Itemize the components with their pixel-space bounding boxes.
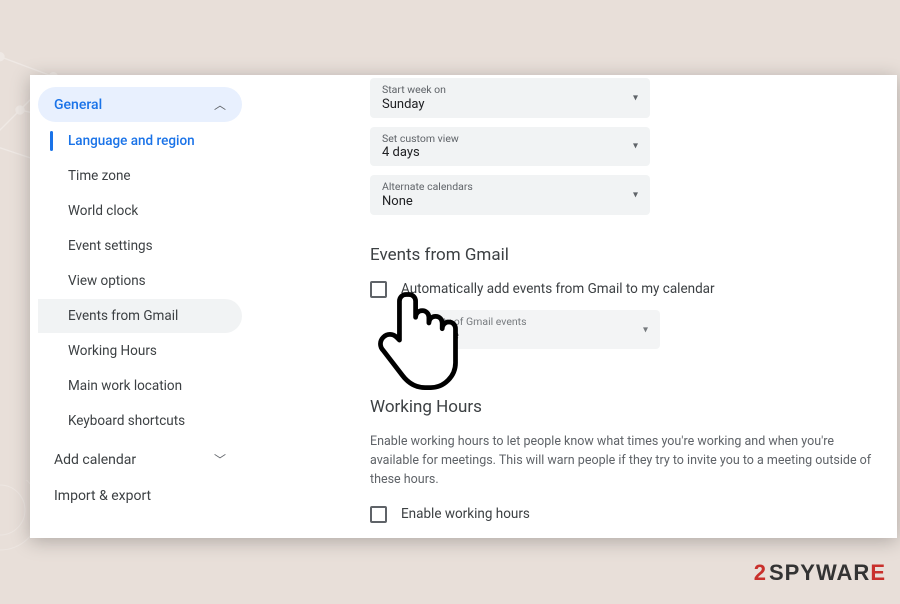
checkbox-row-auto-add-events[interactable]: Automatically add events from Gmail to m… (370, 281, 879, 298)
sidebar-item-label: Language and region (68, 133, 195, 149)
sidebar-section-general-label: General (54, 97, 102, 113)
sidebar-item-working-hours[interactable]: Working Hours (38, 334, 242, 368)
dropdown-value: Sunday (382, 97, 620, 112)
dropdown-label: Visibility of Gmail events (412, 316, 630, 329)
settings-window: General ︿ Language and region Time zone … (30, 75, 897, 538)
sidebar-item-label: Events from Gmail (68, 308, 178, 324)
sidebar-item-label: World clock (68, 203, 138, 219)
sidebar-item-main-work-location[interactable]: Main work location (38, 369, 242, 403)
watermark: 2 SPYWAR E (754, 560, 886, 586)
sidebar-item-label: Working Hours (68, 343, 157, 359)
chevron-down-icon: ﹀ (214, 451, 226, 468)
sidebar-item-language-region[interactable]: Language and region (38, 124, 242, 158)
watermark-e: E (870, 560, 886, 586)
sidebar-item-import-export[interactable]: Import & export (38, 479, 242, 513)
dropdown-value: None (382, 194, 620, 209)
dropdown-label: Start week on (382, 84, 620, 97)
section-title-working-hours: Working Hours (370, 397, 879, 417)
sidebar-item-label: Time zone (68, 168, 131, 184)
sidebar-item-time-zone[interactable]: Time zone (38, 159, 242, 193)
sidebar-item-world-clock[interactable]: World clock (38, 194, 242, 228)
dropdown-alternate-calendars[interactable]: Alternate calendars None ▾ (370, 175, 650, 215)
sidebar-section-add-calendar[interactable]: Add calendar ﹀ (38, 442, 242, 477)
sidebar-item-events-from-gmail[interactable]: Events from Gmail (38, 299, 242, 333)
dropdown-label: Set custom view (382, 133, 620, 146)
sidebar-item-label: Event settings (68, 238, 153, 254)
checkbox-enable-working-hours[interactable] (370, 506, 387, 523)
caret-down-icon: ▾ (643, 324, 648, 335)
sidebar-item-label: Main work location (68, 378, 182, 394)
checkbox-row-enable-working-hours[interactable]: Enable working hours (370, 506, 879, 523)
dropdown-label: Alternate calendars (382, 181, 620, 194)
checkbox-label: Automatically add events from Gmail to m… (401, 281, 715, 297)
settings-sidebar: General ︿ Language and region Time zone … (30, 75, 250, 538)
working-hours-description: Enable working hours to let people know … (370, 433, 879, 489)
watermark-2: 2 (754, 560, 767, 586)
checkbox-auto-add-events[interactable] (370, 281, 387, 298)
dropdown-custom-view[interactable]: Set custom view 4 days ▾ (370, 127, 650, 167)
sidebar-item-view-options[interactable]: View options (38, 264, 242, 298)
caret-down-icon: ▾ (633, 141, 638, 152)
caret-down-icon: ▾ (633, 92, 638, 103)
sidebar-item-event-settings[interactable]: Event settings (38, 229, 242, 263)
settings-main: Start week on Sunday ▾ Set custom view 4… (250, 75, 897, 538)
dropdown-visibility-gmail-events[interactable]: Visibility of Gmail events Only me ▾ (400, 310, 660, 350)
sidebar-item-label: Keyboard shortcuts (68, 413, 185, 429)
watermark-text: SPYWAR (769, 560, 870, 586)
sidebar-item-label: View options (68, 273, 146, 289)
dropdown-value: Only me (412, 328, 630, 343)
dropdown-start-week[interactable]: Start week on Sunday ▾ (370, 78, 650, 118)
section-title-events-gmail: Events from Gmail (370, 245, 879, 265)
dropdown-value: 4 days (382, 145, 620, 160)
chevron-up-icon: ︿ (214, 96, 226, 113)
sidebar-add-calendar-label: Add calendar (54, 452, 136, 468)
checkbox-label: Enable working hours (401, 506, 530, 522)
caret-down-icon: ▾ (633, 189, 638, 200)
sidebar-section-general[interactable]: General ︿ (38, 87, 242, 122)
sidebar-import-export-label: Import & export (54, 488, 151, 504)
sidebar-item-keyboard-shortcuts[interactable]: Keyboard shortcuts (38, 404, 242, 438)
